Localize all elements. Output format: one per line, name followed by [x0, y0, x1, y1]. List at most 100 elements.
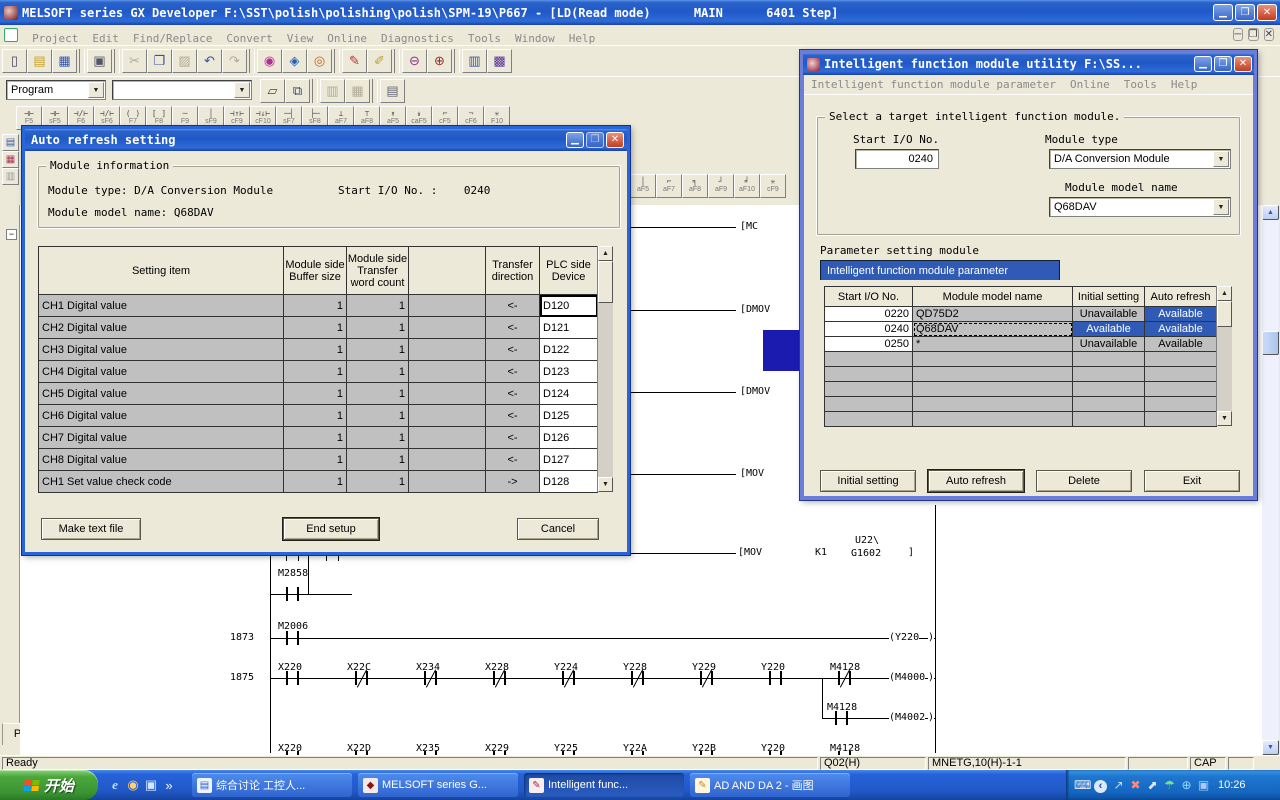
table-row[interactable]: CH4 Digital value11<-D123: [39, 361, 598, 383]
empty-cell[interactable]: [825, 382, 913, 397]
initial-setting-cell[interactable]: Unavailable: [1073, 307, 1145, 322]
scroll-down-icon[interactable]: ▼: [598, 477, 613, 492]
module-row[interactable]: [825, 367, 1217, 382]
new-file-button[interactable]: ▯: [2, 49, 27, 73]
ladder-symbol-button[interactable]: ┘aF9: [708, 174, 734, 198]
buffer-size-cell[interactable]: 1: [284, 427, 347, 449]
print-button[interactable]: ▣: [87, 49, 112, 73]
monitor-window-icon[interactable]: ▥: [2, 168, 19, 185]
collapse-chevron-icon[interactable]: ‹: [1094, 780, 1107, 793]
scroll-up-icon[interactable]: ▲: [1217, 286, 1232, 301]
empty-cell[interactable]: [409, 427, 486, 449]
word-count-cell[interactable]: 1: [347, 427, 409, 449]
empty-cell[interactable]: [409, 361, 486, 383]
module-row[interactable]: 0220QD75D2UnavailableAvailable: [825, 307, 1217, 322]
zoom-in-button[interactable]: ⊕: [427, 49, 452, 73]
auto-refresh-table[interactable]: Setting itemModule side Buffer sizeModul…: [38, 246, 598, 493]
menu-online[interactable]: Online: [320, 29, 374, 48]
empty-cell[interactable]: [409, 317, 486, 339]
ladder-symbol-button[interactable]: ╕aF8: [682, 174, 708, 198]
window-split-button[interactable]: ▥: [462, 49, 487, 73]
empty-cell[interactable]: [1145, 352, 1217, 367]
ladder-symbol-button[interactable]: ✳cF9: [760, 174, 786, 198]
empty-cell[interactable]: [825, 367, 913, 382]
antivirus-icon[interactable]: ✖: [1127, 778, 1144, 792]
module-row[interactable]: [825, 382, 1217, 397]
empty-cell[interactable]: [409, 449, 486, 471]
start-io-cell[interactable]: 0220: [825, 307, 913, 322]
plc-device-cell[interactable]: D120: [540, 295, 598, 317]
minimize-button[interactable]: ▁: [1194, 56, 1212, 72]
empty-cell[interactable]: [825, 397, 913, 412]
setting-item-cell[interactable]: CH4 Digital value: [39, 361, 284, 383]
ie-icon[interactable]: e: [106, 777, 124, 793]
buffer-size-cell[interactable]: 1: [284, 405, 347, 427]
setting-item-cell[interactable]: CH1 Digital value: [39, 295, 284, 317]
menu-view[interactable]: View: [280, 29, 321, 48]
empty-cell[interactable]: [913, 412, 1073, 427]
mdi-child-icon[interactable]: [4, 28, 18, 42]
plc-device-cell[interactable]: D127: [540, 449, 598, 471]
end-setup-button[interactable]: End setup: [283, 518, 379, 540]
plc-device-cell[interactable]: D121: [540, 317, 598, 339]
open-file-button[interactable]: ▤: [27, 49, 52, 73]
buffer-size-cell[interactable]: 1: [284, 361, 347, 383]
mdi-minimize-button[interactable]: ─: [1233, 28, 1242, 41]
chevron-down-icon[interactable]: ▼: [234, 82, 250, 98]
cancel-button[interactable]: Cancel: [517, 518, 599, 540]
project-data-list-button[interactable]: ▩: [487, 49, 512, 73]
remote-arrow-icon[interactable]: ↗: [1110, 778, 1127, 792]
delete-button[interactable]: Delete: [1036, 470, 1132, 492]
maximize-button[interactable]: ❐: [586, 132, 604, 148]
module-row[interactable]: 0250*UnavailableAvailable: [825, 337, 1217, 352]
mdi-restore-button[interactable]: ❐: [1248, 28, 1259, 41]
model-name-cell[interactable]: Q68DAV: [913, 322, 1073, 337]
empty-cell[interactable]: [913, 397, 1073, 412]
ladder-symbol-button[interactable]: │aF5: [630, 174, 656, 198]
setting-item-cell[interactable]: CH8 Digital value: [39, 449, 284, 471]
scroll-down-icon[interactable]: ▼: [1217, 411, 1232, 426]
data-name-combo[interactable]: ▼: [112, 80, 252, 100]
transfer-direction-cell[interactable]: <-: [486, 361, 540, 383]
task-intelligent-utility[interactable]: ✎Intelligent func...: [524, 773, 684, 797]
empty-cell[interactable]: [1073, 412, 1145, 427]
transfer-direction-cell[interactable]: <-: [486, 449, 540, 471]
ladder-symbol-button[interactable]: ⌐aF7: [656, 174, 682, 198]
buffer-size-cell[interactable]: 1: [284, 317, 347, 339]
plc-device-cell[interactable]: D128: [540, 471, 598, 493]
editor-vertical-scrollbar[interactable]: ▲ ▼: [1262, 205, 1279, 755]
utility-menu-help[interactable]: Help: [1164, 75, 1205, 94]
ladder-window-icon[interactable]: ▤: [2, 134, 19, 151]
minimize-button[interactable]: ▁: [566, 132, 584, 148]
close-icon[interactable]: ✕: [606, 132, 624, 148]
chevron-down-icon[interactable]: ▼: [88, 82, 104, 98]
shield-icon[interactable]: ▣: [1195, 778, 1212, 792]
network-globe-icon[interactable]: ⊕: [1178, 778, 1195, 792]
plc-device-cell[interactable]: D126: [540, 427, 598, 449]
maximize-button[interactable]: ❐: [1214, 56, 1232, 72]
comment-window-icon[interactable]: ▦: [2, 151, 19, 168]
scrollbar-thumb[interactable]: [1262, 331, 1279, 355]
copy-button[interactable]: ❐: [147, 49, 172, 73]
auto-refresh-cell[interactable]: Available: [1145, 322, 1217, 337]
scrollbar-thumb[interactable]: [1217, 301, 1232, 327]
transfer-direction-cell[interactable]: <-: [486, 427, 540, 449]
model-name-cell[interactable]: QD75D2: [913, 307, 1073, 322]
restore-button[interactable]: ❐: [1235, 4, 1255, 21]
table-scrollbar[interactable]: ▲ ▼: [597, 246, 613, 492]
comment-display-button[interactable]: ▱: [260, 79, 285, 103]
empty-cell[interactable]: [1145, 397, 1217, 412]
empty-cell[interactable]: [913, 352, 1073, 367]
scroll-down-icon[interactable]: ▼: [1262, 740, 1279, 755]
empty-cell[interactable]: [1145, 367, 1217, 382]
close-button[interactable]: ✕: [1257, 4, 1277, 21]
empty-cell[interactable]: [409, 405, 486, 427]
find-instruction-button[interactable]: ◎: [307, 49, 332, 73]
messenger-icon[interactable]: ▣: [142, 777, 160, 793]
initial-setting-cell[interactable]: Available: [1073, 322, 1145, 337]
utility-menu-online[interactable]: Online: [1063, 75, 1117, 94]
tree-collapse-icon[interactable]: −: [6, 229, 17, 240]
setting-item-cell[interactable]: CH3 Digital value: [39, 339, 284, 361]
word-count-cell[interactable]: 1: [347, 471, 409, 493]
auto-refresh-cell[interactable]: Available: [1145, 307, 1217, 322]
